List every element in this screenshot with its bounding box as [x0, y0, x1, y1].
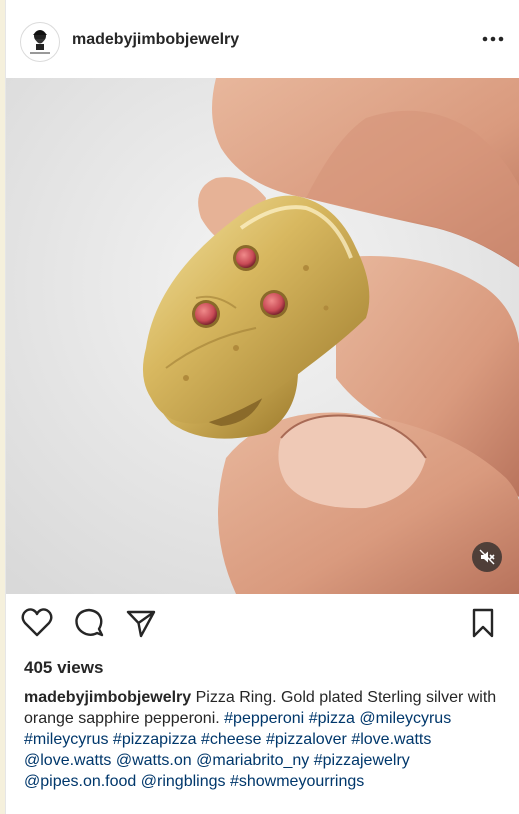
- post-username[interactable]: madebyjimbobjewelry: [72, 31, 239, 49]
- paper-plane-icon[interactable]: [124, 606, 158, 640]
- comment-icon[interactable]: [72, 606, 106, 640]
- avatar[interactable]: [20, 22, 60, 62]
- mention[interactable]: @watts.on: [116, 752, 192, 769]
- hashtag[interactable]: #pepperoni: [224, 710, 304, 727]
- heart-icon[interactable]: [20, 606, 54, 640]
- mention[interactable]: @mileycyrus: [359, 710, 451, 727]
- post-caption: madebyjimbobjewelry Pizza Ring. Gold pla…: [24, 687, 504, 792]
- more-options-icon[interactable]: [480, 26, 506, 52]
- post-header: madebyjimbobjewelry: [6, 0, 519, 78]
- hashtag[interactable]: #mileycyrus: [24, 731, 108, 748]
- view-count: 405 views: [24, 658, 104, 677]
- hashtag[interactable]: #cheese: [201, 731, 262, 748]
- mention[interactable]: @mariabrito_ny: [196, 752, 309, 769]
- post-media[interactable]: [6, 78, 519, 594]
- hashtag[interactable]: #showmeyourrings: [230, 773, 364, 790]
- mention[interactable]: @ringblings: [141, 773, 226, 790]
- hashtag[interactable]: #pizzajewelry: [314, 752, 410, 769]
- mention[interactable]: @love.watts: [24, 752, 111, 769]
- hashtag[interactable]: #pizzalover: [266, 731, 347, 748]
- hashtag[interactable]: #love.watts: [351, 731, 431, 748]
- hashtag[interactable]: #pizza: [309, 710, 355, 727]
- mention[interactable]: @pipes.on.food: [24, 773, 136, 790]
- muted-speaker-icon[interactable]: [472, 542, 502, 572]
- caption-username[interactable]: madebyjimbobjewelry: [24, 689, 191, 706]
- bookmark-icon[interactable]: [466, 606, 500, 640]
- hashtag[interactable]: #pizzapizza: [113, 731, 197, 748]
- post-card: madebyjimbobjewelry 405 views madebyjimb…: [5, 0, 519, 814]
- post-actions: [6, 606, 519, 646]
